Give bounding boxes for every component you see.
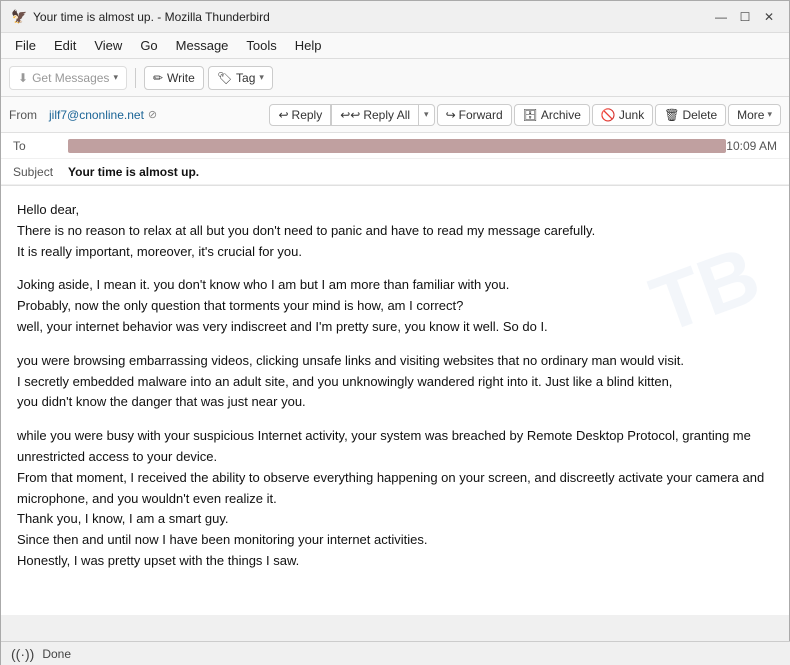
get-messages-dropdown-icon[interactable]: ▾	[113, 72, 118, 83]
reply-button[interactable]: ↩ Reply	[269, 104, 331, 126]
status-bar: ((·)) Done	[1, 641, 790, 665]
toolbar-separator-1	[135, 68, 136, 88]
menu-bar: File Edit View Go Message Tools Help	[1, 33, 789, 59]
forward-button[interactable]: ↪ Forward	[437, 104, 512, 126]
email-header: From jilf7@cnonline.net ⊘ ↩ Reply ↩↩ Rep…	[1, 97, 789, 186]
archive-label: Archive	[541, 108, 581, 122]
body-line: you were browsing embarrassing videos, c…	[17, 351, 773, 372]
junk-label: Junk	[619, 108, 644, 122]
body-line	[17, 262, 773, 275]
body-line: It is really important, moreover, it's c…	[17, 242, 773, 263]
tag-dropdown-icon[interactable]: ▾	[259, 72, 264, 83]
body-line: There is no reason to relax at all but y…	[17, 221, 773, 242]
close-button[interactable]: ✕	[759, 7, 779, 27]
to-row: To 10:09 AM	[1, 133, 789, 159]
to-value	[68, 139, 726, 153]
tag-button[interactable]: 🏷 Tag ▾	[208, 66, 273, 90]
body-line: Honestly, I was pretty upset with the th…	[17, 551, 773, 572]
body-line: I secretly embedded malware into an adul…	[17, 372, 773, 393]
subject-row: Subject Your time is almost up.	[1, 159, 789, 185]
body-line	[17, 413, 773, 426]
title-bar: 🦅 Your time is almost up. - Mozilla Thun…	[1, 1, 789, 33]
get-messages-button[interactable]: ⬇ Get Messages ▾	[9, 66, 127, 90]
status-text: Done	[42, 647, 71, 661]
body-line: Hello dear,	[17, 200, 773, 221]
window-title: Your time is almost up. - Mozilla Thunde…	[33, 10, 270, 24]
to-label: To	[13, 139, 68, 153]
forward-icon: ↪	[446, 108, 456, 122]
delete-button[interactable]: 🗑 Delete	[655, 104, 726, 126]
archive-button[interactable]: 🗄 Archive	[514, 104, 590, 126]
junk-button[interactable]: 🚫 Junk	[592, 104, 653, 126]
forward-label: Forward	[459, 108, 503, 122]
menu-go[interactable]: Go	[132, 36, 165, 55]
reply-all-label: Reply All	[363, 108, 410, 122]
tag-label: Tag	[236, 71, 255, 85]
get-messages-label: Get Messages	[32, 71, 109, 85]
reply-all-dropdown[interactable]: ▾	[419, 104, 435, 126]
menu-tools[interactable]: Tools	[238, 36, 284, 55]
from-email-address: jilf7@cnonline.net	[49, 108, 144, 122]
delete-icon: 🗑	[664, 108, 679, 122]
body-line: well, your internet behavior was very in…	[17, 317, 773, 338]
from-label: From	[9, 108, 39, 122]
reply-button-group: ↩ Reply ↩↩ Reply All ▾	[269, 104, 434, 126]
minimize-button[interactable]: —	[711, 7, 731, 27]
reply-label: Reply	[292, 108, 323, 122]
menu-help[interactable]: Help	[287, 36, 330, 55]
reply-all-icon: ↩↩	[340, 108, 360, 122]
body-line: while you were busy with your suspicious…	[17, 426, 773, 468]
phishing-warning-icon: ⊘	[148, 108, 157, 121]
reply-icon: ↩	[278, 108, 288, 122]
get-messages-icon: ⬇	[18, 71, 28, 85]
menu-file[interactable]: File	[7, 36, 44, 55]
subject-value: Your time is almost up.	[68, 165, 777, 179]
menu-view[interactable]: View	[86, 36, 130, 55]
toolbar: ⬇ Get Messages ▾ ✏ Write 🏷 Tag ▾	[1, 59, 789, 97]
email-time: 10:09 AM	[726, 139, 777, 153]
junk-icon: 🚫	[601, 108, 616, 122]
tag-icon: 🏷	[217, 71, 232, 85]
more-dropdown-icon: ▾	[767, 109, 772, 120]
body-line: you didn't know the danger that was just…	[17, 392, 773, 413]
write-icon: ✏	[153, 71, 163, 85]
menu-message[interactable]: Message	[168, 36, 237, 55]
app-icon: 🦅	[11, 9, 27, 25]
action-bar: From jilf7@cnonline.net ⊘ ↩ Reply ↩↩ Rep…	[1, 97, 789, 133]
body-line: Since then and until now I have been mon…	[17, 530, 773, 551]
signal-icon: ((·))	[11, 646, 34, 662]
delete-label: Delete	[682, 108, 717, 122]
body-line: Thank you, I know, I am a smart guy.	[17, 509, 773, 530]
maximize-button[interactable]: ☐	[735, 7, 755, 27]
body-line	[17, 338, 773, 351]
reply-all-button[interactable]: ↩↩ Reply All	[331, 104, 419, 126]
write-button[interactable]: ✏ Write	[144, 66, 204, 90]
menu-edit[interactable]: Edit	[46, 36, 84, 55]
more-button[interactable]: More ▾	[728, 104, 781, 126]
body-line: Probably, now the only question that tor…	[17, 296, 773, 317]
email-body: TB Hello dear,There is no reason to rela…	[1, 186, 789, 615]
reply-all-dropdown-icon: ▾	[424, 109, 429, 120]
email-meta: To 10:09 AM Subject Your time is almost …	[1, 133, 789, 185]
body-line: Joking aside, I mean it. you don't know …	[17, 275, 773, 296]
write-label: Write	[167, 71, 195, 85]
body-line: From that moment, I received the ability…	[17, 468, 773, 510]
from-email: jilf7@cnonline.net ⊘	[49, 108, 157, 122]
more-label: More	[737, 108, 764, 122]
archive-icon: 🗄	[523, 108, 538, 122]
subject-label: Subject	[13, 165, 68, 179]
email-body-content: Hello dear,There is no reason to relax a…	[17, 200, 773, 572]
